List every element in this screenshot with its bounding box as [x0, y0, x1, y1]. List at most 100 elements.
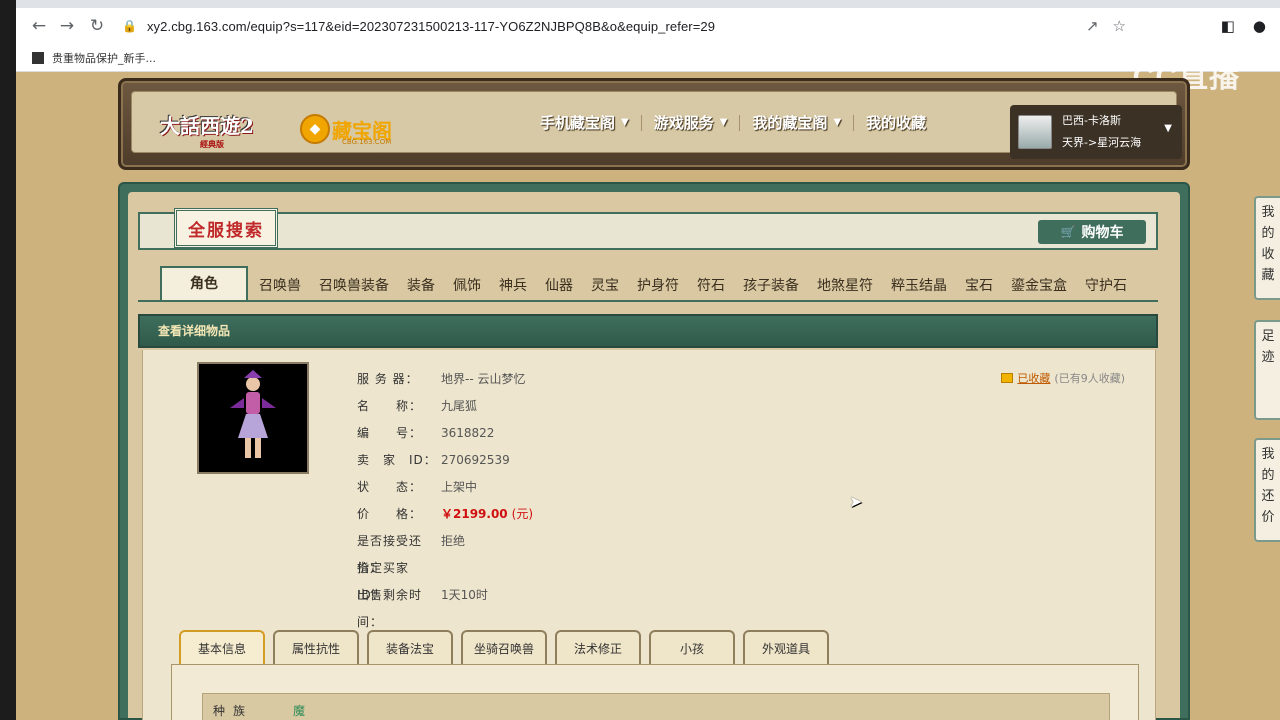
url-text: xy2.cbg.163.com/equip?s=117&eid=20230723…	[146, 18, 716, 34]
user-server: 天界->星河云海	[1062, 136, 1142, 149]
nav-label: 我的藏宝阁	[752, 114, 828, 132]
attr-row-race: 种族 魔	[202, 693, 1110, 720]
status-label: 状 态：	[357, 480, 423, 494]
tab-summon-equip[interactable]: 召唤兽装备	[310, 272, 398, 300]
tab-equip[interactable]: 装备	[398, 272, 444, 300]
id-value: 3618822	[441, 426, 495, 440]
tab-star-charm[interactable]: 地煞星符	[808, 272, 882, 300]
tabs-divider	[138, 300, 1158, 302]
price-value: ￥2199.00	[441, 507, 508, 521]
time-left-value: 1天10时	[441, 588, 488, 602]
chevron-down-icon: ▼	[621, 117, 629, 128]
address-bar[interactable]: 🔒 xy2.cbg.163.com/equip?s=117&eid=202307…	[114, 12, 1210, 40]
avatar	[1018, 115, 1052, 149]
side-footprint-button[interactable]: 足迹	[1254, 320, 1280, 420]
favorite-count: (已有9人收藏)	[1054, 372, 1125, 385]
user-name: 巴西-卡洛斯	[1062, 114, 1121, 127]
nav-label: 我的收藏	[866, 114, 927, 132]
tab-divine-weapon[interactable]: 神兵	[490, 272, 536, 300]
tab-amulet[interactable]: 护身符	[628, 272, 688, 300]
tab-jade-crystal[interactable]: 粹玉结晶	[882, 272, 956, 300]
side-my-bargain-button[interactable]: 我的还价	[1254, 438, 1280, 542]
mouse-cursor-icon: ➤	[849, 492, 863, 511]
character-portrait	[197, 362, 309, 474]
reload-icon[interactable]: ↻	[84, 13, 110, 39]
tab-guard-stone[interactable]: 守护石	[1076, 272, 1136, 300]
name-label: 名 称：	[357, 399, 423, 413]
tab-accessory[interactable]: 佩饰	[444, 272, 490, 300]
game-logo-sub: 經典版	[200, 139, 224, 149]
chevron-down-icon: ▼	[719, 117, 728, 128]
share-icon[interactable]: ↗	[1086, 17, 1099, 35]
tab-gold-box[interactable]: 鎏金宝盒	[1002, 272, 1076, 300]
tab-rune-stone[interactable]: 符石	[688, 272, 734, 300]
tab-spell-correction[interactable]: 法术修正	[555, 630, 641, 666]
tab-child[interactable]: 小孩	[649, 630, 735, 666]
race-value: 魔	[293, 703, 306, 718]
time-left-label: 出售剩余时间：	[357, 588, 423, 629]
price-unit: (元)	[511, 507, 534, 521]
sidebar-toggle-icon[interactable]: ◧	[1221, 17, 1235, 35]
detail-section-title: 查看详细物品	[138, 314, 1158, 348]
profile-icon[interactable]: ●	[1253, 17, 1266, 35]
basic-info-panel: 种族 魔	[171, 664, 1139, 720]
star-icon[interactable]: ☆	[1113, 17, 1126, 35]
forward-icon[interactable]: →	[54, 13, 80, 39]
character-figure-icon	[230, 370, 276, 458]
server-value: 地界-- 云山梦忆	[441, 372, 526, 386]
nav-my-cbg[interactable]: 我的藏宝阁 ▼	[740, 112, 853, 133]
category-tabs: 角色 召唤兽 召唤兽装备 装备 佩饰 神兵 仙器 灵宝 护身符 符石 孩子装备 …	[160, 260, 1160, 300]
nav-label: 手机藏宝阁	[540, 114, 616, 132]
cbg-logo-sub: CBG.163.COM	[342, 138, 392, 146]
bookmark-favicon-icon	[32, 51, 44, 64]
tab-gem[interactable]: 宝石	[956, 272, 1002, 300]
back-icon[interactable]: ←	[26, 13, 52, 39]
tab-immortal-item[interactable]: 仙器	[536, 272, 582, 300]
site-header: 大話西遊2 經典版 ◆ 藏宝阁 CBG.163.COM 手机藏宝阁 ▼ 游戏服务 ▼…	[118, 78, 1190, 170]
folder-icon	[1001, 373, 1014, 383]
side-my-favorites-button[interactable]: 我的收藏	[1254, 196, 1280, 300]
bookmark-item[interactable]: 贵重物品保护_新手...	[52, 50, 156, 66]
chevron-down-icon: ▼	[1164, 123, 1172, 134]
user-menu[interactable]: 巴西-卡洛斯 天界->星河云海 ▼	[1010, 105, 1182, 159]
search-bar: 全服搜索 🛒 购物车	[138, 208, 1158, 250]
lock-icon: 🔒	[122, 19, 137, 33]
tab-summon[interactable]: 召唤兽	[250, 272, 310, 300]
tab-role[interactable]: 角色	[160, 266, 248, 300]
detail-tabs: 基本信息 属性抗性 装备法宝 坐骑召唤兽 法术修正 小孩 外观道具	[179, 630, 829, 666]
item-info: 服 务 器： 地界-- 云山梦忆 名 称： 九尾狐 编 号： 3618822 卖 家 …	[357, 366, 534, 629]
cart-button[interactable]: 🛒 购物车	[1038, 220, 1146, 244]
tab-mount-summon[interactable]: 坐骑召唤兽	[461, 630, 547, 666]
cart-icon: 🛒	[1060, 225, 1076, 239]
status-value: 上架中	[441, 480, 478, 494]
favorite-status: 已收藏 (已有9人收藏)	[1001, 370, 1125, 386]
main-nav: 手机藏宝阁 ▼ 游戏服务 ▼ 我的藏宝阁 ▼ 我的收藏	[528, 112, 938, 133]
item-detail: 服 务 器： 地界-- 云山梦忆 名 称： 九尾狐 编 号： 3618822 卖 家 …	[142, 350, 1156, 720]
tab-attributes[interactable]: 属性抗性	[273, 630, 359, 666]
tab-child-equip[interactable]: 孩子装备	[734, 272, 808, 300]
seller-id-value: 270692539	[441, 453, 510, 467]
favorited-link[interactable]: 已收藏	[1017, 370, 1050, 386]
race-label: 种族	[213, 703, 254, 718]
nav-game-services[interactable]: 游戏服务 ▼	[642, 112, 740, 133]
seller-id-label: 卖 家 ID：	[357, 453, 437, 467]
nav-label: 游戏服务	[653, 114, 714, 132]
game-logo-text: 大話西遊2	[160, 114, 254, 138]
price-label: 价 格：	[357, 507, 423, 521]
left-dark-strip	[0, 0, 16, 720]
global-search-button[interactable]: 全服搜索	[174, 208, 278, 248]
tab-equipment[interactable]: 装备法宝	[367, 630, 453, 666]
server-label: 服 务 器：	[357, 372, 419, 386]
game-logo[interactable]: 大話西遊2 經典版	[160, 110, 254, 150]
tab-basic-info[interactable]: 基本信息	[179, 630, 265, 666]
browser-tab-strip	[16, 0, 1280, 8]
coin-icon: ◆	[300, 114, 330, 144]
main-panel: 全服搜索 🛒 购物车 角色 召唤兽 召唤兽装备 装备 佩饰 神兵 仙器 灵宝 护…	[118, 182, 1190, 720]
buyer-id-label: 指定买家 ID：	[357, 561, 410, 602]
bargain-label: 是否接受还价：	[357, 534, 423, 575]
cbg-logo[interactable]: ◆ 藏宝阁 CBG.163.COM	[300, 114, 392, 146]
tab-appearance[interactable]: 外观道具	[743, 630, 829, 666]
tab-spirit-treasure[interactable]: 灵宝	[582, 272, 628, 300]
nav-my-favorites[interactable]: 我的收藏	[854, 112, 938, 133]
nav-mobile-cbg[interactable]: 手机藏宝阁 ▼	[528, 112, 641, 133]
